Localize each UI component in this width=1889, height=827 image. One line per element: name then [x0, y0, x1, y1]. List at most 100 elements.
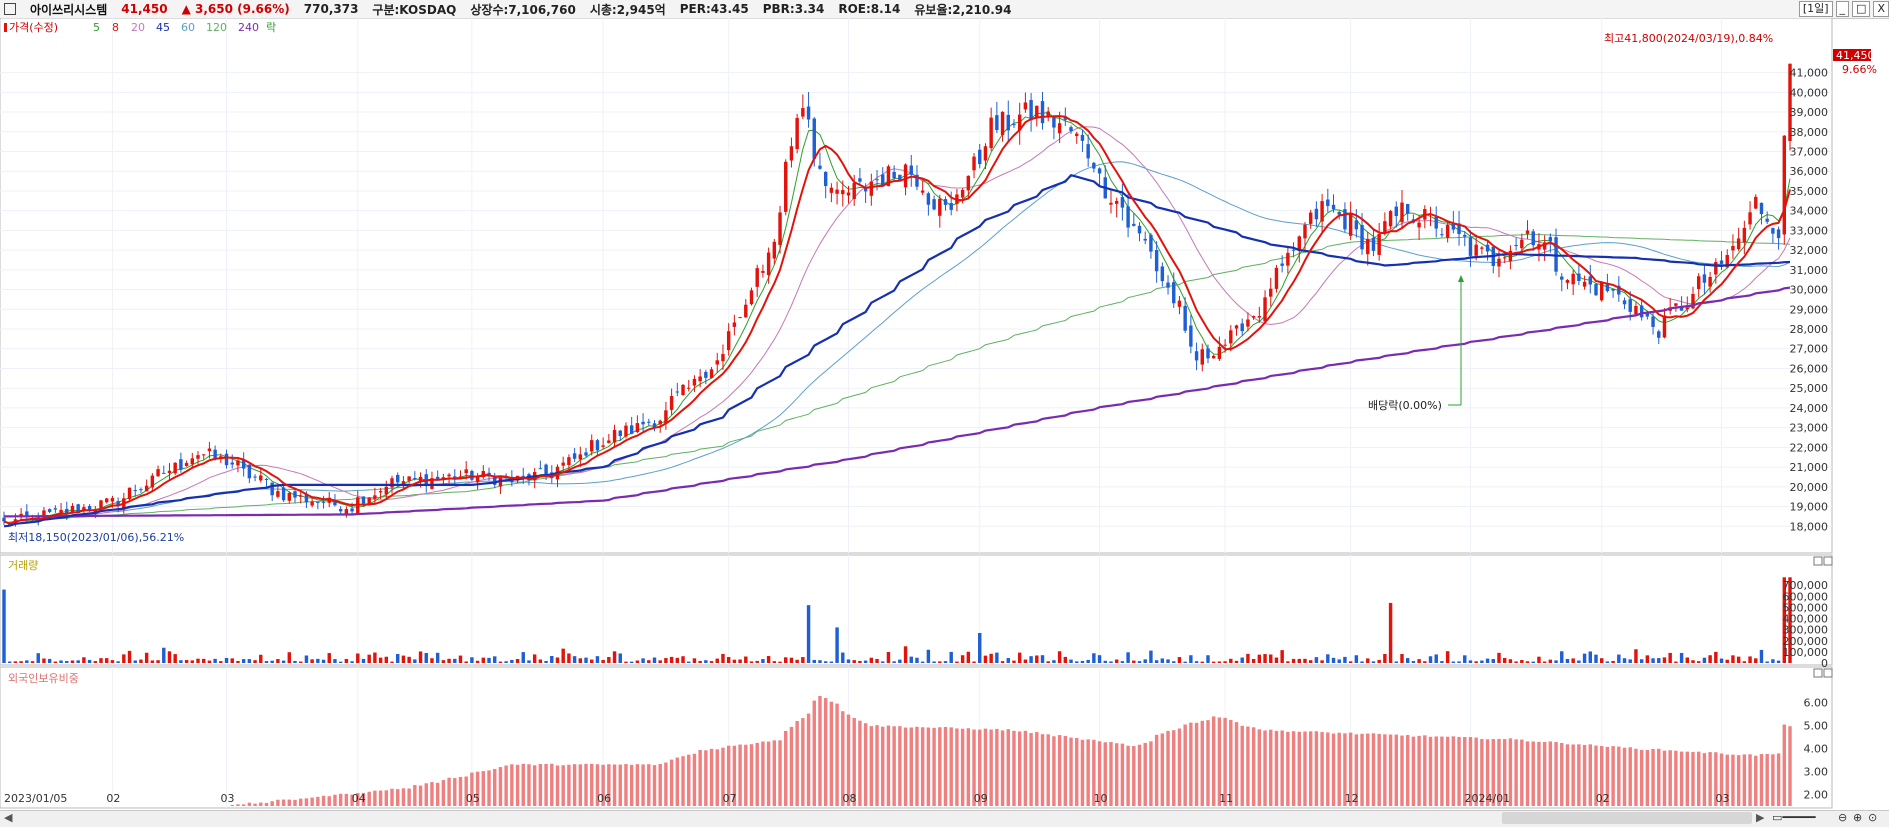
- candle-body: [801, 108, 805, 117]
- scroll-left-icon[interactable]: ◀: [4, 811, 12, 824]
- volume-bar: [418, 651, 423, 663]
- foreign-bar: [1143, 742, 1147, 806]
- market-type: 구분:KOSDAQ: [372, 2, 457, 17]
- volume-bar: [1189, 655, 1193, 663]
- candle-body: [960, 189, 965, 198]
- candle-body: [789, 146, 794, 161]
- volume-bar: [378, 657, 383, 663]
- zoom-out-icon[interactable]: ⊖: [1838, 811, 1847, 824]
- volume-bar: [1679, 652, 1684, 663]
- volume-bar: [567, 653, 571, 663]
- candle-body: [841, 190, 845, 195]
- foreign-bar: [1172, 730, 1176, 806]
- candle-body: [1560, 276, 1564, 280]
- foreign-bar: [1177, 728, 1182, 806]
- volume-bar: [453, 658, 457, 663]
- date-axis-tick: 02: [106, 792, 120, 805]
- volume-bar: [373, 652, 377, 663]
- candle-body: [601, 445, 605, 447]
- maximize-button[interactable]: □: [1852, 1, 1871, 17]
- candle-body: [1508, 250, 1513, 262]
- foreign-bar: [1200, 720, 1204, 806]
- volume-bar: [858, 660, 862, 663]
- stock-chart[interactable]: 18,000 19,000 20,000 21,000 22,000 23,000 24,0…: [0, 18, 1889, 810]
- foreign-bar: [823, 698, 828, 806]
- volume-bar: [1468, 660, 1473, 663]
- foreign-bar: [1126, 745, 1130, 806]
- volume-panel-title: 거래량: [8, 559, 38, 572]
- volume-bar: [116, 661, 120, 663]
- volume-bar: [590, 659, 594, 663]
- volume-bar: [1069, 659, 1073, 663]
- candle-body: [1571, 273, 1575, 285]
- volume-bar: [82, 657, 86, 663]
- scroll-thumb[interactable]: [1502, 812, 1752, 824]
- foreign-bar: [1685, 751, 1690, 806]
- foreign-bar: [1445, 736, 1450, 806]
- candle-body: [1588, 276, 1592, 285]
- candle-body: [892, 171, 896, 179]
- foreign-bar: [521, 763, 525, 806]
- foreign-bar: [938, 727, 942, 806]
- volume-bar: [1577, 660, 1581, 663]
- candle-body: [823, 171, 828, 187]
- foreign-bar: [1411, 736, 1416, 806]
- candle-body: [162, 472, 166, 474]
- foreign-bar: [1057, 735, 1062, 806]
- candle-body: [281, 487, 286, 501]
- zoom-reset-icon[interactable]: ⊙: [1868, 811, 1877, 824]
- volume-bar: [709, 661, 714, 663]
- foreign-bar: [903, 727, 908, 806]
- volume-bar: [1463, 655, 1467, 663]
- candle-body: [1337, 212, 1341, 215]
- zoom-in-icon[interactable]: ⊕: [1853, 811, 1862, 824]
- window-controls: [1일] _ □ X: [1798, 0, 1889, 18]
- foreign-bar: [932, 727, 936, 806]
- scroll-right-icon[interactable]: ▶: [1756, 811, 1764, 824]
- candle-body: [1531, 231, 1535, 246]
- volume-bar: [1057, 651, 1062, 663]
- per-value: PER:43.45: [679, 2, 749, 16]
- candle-body: [1154, 250, 1159, 272]
- volume-bar: [310, 659, 314, 663]
- foreign-bar: [766, 741, 771, 806]
- foreign-bar: [955, 728, 959, 806]
- candle-body: [1291, 249, 1296, 251]
- candle-body: [1132, 223, 1136, 226]
- volume-bar: [932, 661, 936, 663]
- volume-bar: [835, 627, 839, 663]
- foreign-bar: [1080, 739, 1085, 806]
- candle-body: [1628, 299, 1632, 312]
- candle-body: [270, 482, 274, 496]
- candle-body: [407, 476, 411, 481]
- minimize-button[interactable]: _: [1835, 1, 1850, 17]
- candle-body: [1445, 224, 1450, 238]
- foreign-bar: [1017, 731, 1022, 806]
- foreign-bar: [1560, 742, 1564, 806]
- candle-body: [709, 369, 714, 379]
- candle-body: [202, 454, 206, 456]
- stock-name[interactable]: 아이쓰리시스템: [30, 1, 107, 18]
- foreign-bar: [396, 789, 400, 806]
- legend-ma20: 20: [131, 21, 145, 34]
- candle-body: [584, 452, 588, 456]
- date-axis-tick: 2024/01: [1464, 792, 1510, 805]
- checkbox-icon[interactable]: [4, 3, 16, 15]
- candle-body: [184, 463, 189, 467]
- close-button[interactable]: X: [1873, 1, 1889, 17]
- volume-bar: [59, 660, 63, 663]
- volume-bar: [139, 659, 143, 663]
- date-axis-tick: 03: [1716, 792, 1730, 805]
- foreign-bar: [635, 764, 640, 806]
- volume-bar: [612, 651, 617, 663]
- period-button[interactable]: [1일]: [1798, 1, 1833, 17]
- volume-bar: [435, 652, 440, 663]
- volume-bar: [572, 656, 577, 663]
- volume-bar: [259, 654, 263, 663]
- legend-ma60: 60: [181, 21, 195, 34]
- candle-body: [1303, 224, 1307, 239]
- volume-bar: [1731, 655, 1735, 663]
- zoom-slider[interactable]: ▭━━━━━: [1772, 811, 1816, 824]
- candle-body: [1685, 307, 1690, 310]
- candle-body: [458, 476, 463, 478]
